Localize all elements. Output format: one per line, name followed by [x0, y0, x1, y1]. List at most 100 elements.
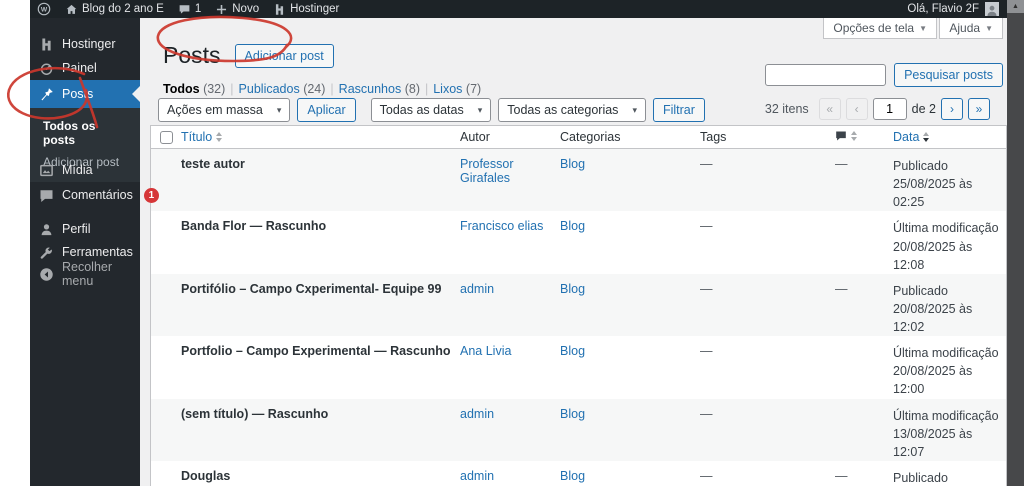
- media-icon: [39, 163, 54, 178]
- adminbar-hostinger-menu[interactable]: Hostinger: [266, 0, 346, 18]
- sidebar-item-midia[interactable]: Mídia: [30, 158, 140, 182]
- sidebar-item-label: Ferramentas: [62, 245, 133, 259]
- sidebar-item-label: Posts: [62, 87, 94, 101]
- post-title-link[interactable]: Banda Flor — Rascunho: [181, 219, 326, 233]
- post-category-link[interactable]: Blog: [560, 344, 585, 358]
- comments-icon: [39, 188, 54, 203]
- post-date-value: 20/08/2025 às 12:00: [893, 364, 973, 397]
- posts-table-header: Título Autor Categorias Tags Data: [151, 126, 1006, 149]
- sidebar-item-posts[interactable]: Posts: [30, 80, 140, 108]
- view-separator: |: [330, 82, 334, 96]
- adminbar-comments-link[interactable]: 1: [171, 0, 208, 18]
- filter-button[interactable]: Filtrar: [652, 98, 705, 122]
- help-tab[interactable]: Ajuda ▼: [939, 18, 1003, 39]
- new-content-menu[interactable]: Novo: [208, 0, 266, 18]
- post-date-cell: Última modificação 20/08/2025 às 12:00: [891, 344, 1006, 398]
- sort-arrows-icon: [851, 130, 857, 141]
- post-title-link[interactable]: Portfolio – Campo Experimental — Rascunh…: [181, 344, 451, 358]
- post-author-link[interactable]: Ana Livia: [460, 344, 511, 358]
- submenu-todos-os-posts[interactable]: Todos os posts: [30, 115, 140, 151]
- post-category-link[interactable]: Blog: [560, 219, 585, 233]
- post-category-link[interactable]: Blog: [560, 469, 585, 483]
- chevron-down-icon: ▾: [276, 104, 282, 115]
- post-table-row: Portfolio – Campo Experimental — Rascunh…: [151, 336, 1006, 399]
- sidebar-item-painel[interactable]: Painel: [30, 56, 140, 80]
- post-date-value: 20/08/2025 às 12:08: [893, 239, 973, 272]
- prev-page-button[interactable]: ‹: [845, 98, 868, 120]
- post-title-link[interactable]: Portifólio – Campo Cxperimental- Equipe …: [181, 282, 441, 296]
- add-post-button[interactable]: Adicionar post: [234, 43, 334, 68]
- select-all-checkbox[interactable]: [159, 130, 173, 144]
- posts-table-body: teste autor Professor Girafales Blog — —…: [151, 149, 1006, 486]
- post-comments-cell: [833, 407, 891, 461]
- browser-scrollbar[interactable]: ▲: [1007, 0, 1024, 486]
- search-posts-input[interactable]: [765, 64, 887, 86]
- view-todos[interactable]: Todos: [163, 82, 200, 96]
- chevron-down-icon: ▼: [985, 23, 993, 33]
- post-author-link[interactable]: Francisco elias: [460, 219, 543, 233]
- post-date-cell: Última modificação 20/08/2025 às 12:08: [891, 219, 1006, 273]
- sidebar-item-comentarios[interactable]: Comentários 1: [30, 183, 159, 207]
- post-author-link[interactable]: admin: [460, 407, 494, 421]
- post-title-link[interactable]: Douglas: [181, 469, 230, 483]
- last-page-button[interactable]: »: [968, 98, 990, 120]
- dates-filter-select[interactable]: Todas as datas ▾: [370, 98, 492, 122]
- view-count: (24): [303, 82, 326, 96]
- sidebar-item-recolher-menu[interactable]: Recolher menu: [30, 260, 140, 288]
- next-page-button[interactable]: ›: [941, 98, 963, 120]
- post-tags-value: —: [700, 468, 713, 483]
- view-count: (8): [404, 82, 420, 96]
- pushpin-icon: [39, 87, 54, 102]
- scrollbar-up-button[interactable]: ▲: [1007, 0, 1024, 13]
- current-page-input[interactable]: [872, 98, 907, 120]
- post-title-link[interactable]: (sem título) — Rascunho: [181, 407, 328, 421]
- user-avatar[interactable]: [985, 2, 999, 16]
- items-count: 32 itens: [764, 102, 809, 116]
- user-greeting[interactable]: Olá, Flavio 2F: [907, 3, 979, 15]
- categories-filter-value: Todas as categorias: [507, 103, 619, 117]
- view-publicados[interactable]: Publicados: [239, 82, 300, 96]
- post-table-row: (sem título) — Rascunho admin Blog — Últ…: [151, 398, 1006, 461]
- post-date-cell: Última modificação 13/08/2025 às 12:07: [891, 407, 1006, 461]
- new-content-label: Novo: [232, 3, 260, 15]
- categories-filter-select[interactable]: Todas as categorias ▾: [498, 98, 646, 122]
- post-category-link[interactable]: Blog: [560, 157, 585, 171]
- site-name-link[interactable]: Blog do 2 ano E: [58, 0, 171, 18]
- view-lixos[interactable]: Lixos: [433, 82, 462, 96]
- post-title-link[interactable]: teste autor: [181, 157, 245, 171]
- search-posts-button[interactable]: Pesquisar posts: [894, 63, 1003, 87]
- sidebar-item-label: Perfil: [62, 222, 91, 236]
- post-author-link[interactable]: admin: [460, 469, 494, 483]
- chevron-down-icon: ▾: [632, 104, 637, 115]
- date-header-label: Data: [893, 130, 920, 144]
- posts-table: Título Autor Categorias Tags Data teste …: [150, 125, 1007, 486]
- post-author-link[interactable]: admin: [460, 282, 494, 296]
- post-status-label: Última modificação: [893, 408, 999, 423]
- sort-by-title-header[interactable]: Título: [181, 130, 223, 144]
- comment-bubble-icon: [178, 3, 191, 16]
- first-page-button[interactable]: «: [818, 98, 841, 120]
- post-status-label: Publicado: [893, 283, 948, 298]
- sidebar-item-label: Comentários: [62, 188, 133, 202]
- sort-by-comments-header[interactable]: [835, 130, 857, 142]
- post-category-link[interactable]: Blog: [560, 282, 585, 296]
- post-status-label: Publicado: [893, 159, 948, 173]
- hostinger-icon: [39, 37, 54, 52]
- site-name-label: Blog do 2 ano E: [82, 3, 164, 15]
- adminbar-hostinger-label: Hostinger: [290, 3, 340, 15]
- sidebar-item-perfil[interactable]: Perfil: [30, 217, 140, 241]
- post-comments-cell: [833, 219, 891, 273]
- post-category-link[interactable]: Blog: [560, 407, 585, 421]
- sort-by-date-header[interactable]: Data: [893, 130, 930, 144]
- wordpress-logo-menu[interactable]: W: [30, 0, 58, 18]
- view-rascunhos[interactable]: Rascunhos: [339, 82, 402, 96]
- bulk-actions-select[interactable]: Ações em massa ▾: [158, 98, 291, 122]
- dashboard-icon: [39, 61, 54, 76]
- plus-icon: [215, 3, 228, 16]
- apply-button[interactable]: Aplicar: [297, 98, 356, 122]
- screen-options-tab[interactable]: Opções de tela ▼: [823, 18, 937, 39]
- adminbar-comments-count: 1: [194, 3, 202, 15]
- sidebar-item-hostinger[interactable]: Hostinger: [30, 32, 140, 56]
- post-author-link[interactable]: Professor Girafales: [460, 157, 514, 185]
- post-table-row: Banda Flor — Rascunho Francisco elias Bl…: [151, 211, 1006, 274]
